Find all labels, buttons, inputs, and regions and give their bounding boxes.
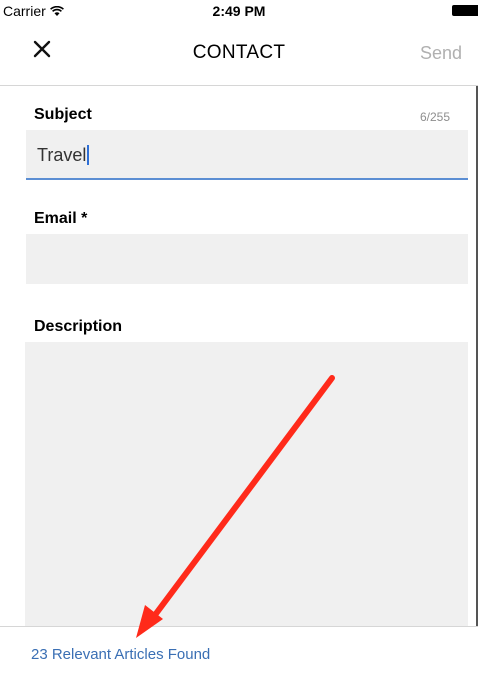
status-time: 2:49 PM bbox=[212, 3, 266, 19]
subject-field[interactable]: Travel bbox=[26, 130, 468, 180]
email-field[interactable] bbox=[26, 234, 468, 284]
battery-icon bbox=[452, 5, 478, 16]
send-button[interactable]: Send bbox=[420, 43, 462, 64]
description-field[interactable] bbox=[25, 342, 468, 626]
page-title: CONTACT bbox=[192, 42, 286, 63]
description-label: Description bbox=[34, 318, 123, 335]
subject-char-counter: 6/255 bbox=[419, 110, 450, 124]
text-caret bbox=[87, 145, 90, 165]
email-label: Email * bbox=[34, 210, 88, 227]
subject-input-value[interactable]: Travel bbox=[37, 145, 90, 166]
navigation-bar: CONTACT Send bbox=[0, 22, 478, 86]
relevant-articles-link[interactable]: 23 Relevant Articles Found bbox=[31, 646, 210, 663]
subject-label: Subject bbox=[34, 106, 92, 123]
footer-bar: 23 Relevant Articles Found bbox=[0, 626, 478, 677]
status-bar: Carrier 2:49 PM bbox=[0, 0, 478, 22]
